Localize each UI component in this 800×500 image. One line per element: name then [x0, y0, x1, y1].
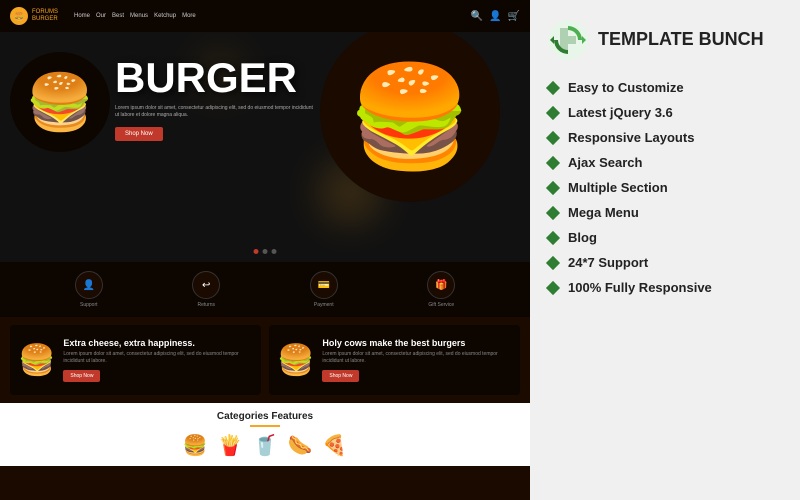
- feature-7: Blog: [548, 230, 782, 245]
- dot-2[interactable]: [263, 249, 268, 254]
- card-1-desc: Lorem ipsum dolor sit amet, consectetur …: [63, 351, 253, 364]
- product-card-1: 🍔 Extra cheese, extra happiness. Lorem i…: [10, 325, 261, 395]
- card-1-image: 🍔: [18, 343, 55, 378]
- icon-bar: 👤 Support ↩ Returns 💳 Payment 🎁 Gift Ser…: [0, 262, 530, 317]
- feature-text-1: Easy to Customize: [568, 80, 684, 95]
- icon-support: 👤 Support: [75, 271, 103, 308]
- diamond-icon-5: [546, 180, 560, 194]
- categories-section: Categories Features 🍔 🍟 🥤 🌭 🍕: [0, 403, 530, 466]
- search-icon[interactable]: 🔍: [471, 11, 483, 22]
- brand-header: TEMPLATE BUNCH: [548, 20, 782, 60]
- card-1-content: Extra cheese, extra happiness. Lorem ips…: [63, 338, 253, 383]
- feature-8: 24*7 Support: [548, 255, 782, 270]
- card-2-cta[interactable]: Shop Now: [322, 370, 359, 382]
- product-cards: 🍔 Extra cheese, extra happiness. Lorem i…: [0, 317, 530, 403]
- support-label: Support: [80, 302, 98, 308]
- hero-title: BURGER: [115, 57, 315, 99]
- logo-icon: 🍔: [10, 7, 28, 25]
- icon-payment: 💳 Payment: [310, 271, 338, 308]
- feature-text-7: Blog: [568, 230, 597, 245]
- feature-6: Mega Menu: [548, 205, 782, 220]
- nav-menus[interactable]: Menus: [130, 13, 148, 19]
- diamond-icon-2: [546, 105, 560, 119]
- icon-returns: ↩ Returns: [192, 271, 220, 308]
- hero-content: BURGER Lorem ipsum dolor sit amet, conse…: [115, 57, 315, 141]
- feature-3: Responsive Layouts: [548, 130, 782, 145]
- brand-logo-icon: [548, 20, 588, 60]
- features-list: Easy to Customize Latest jQuery 3.6 Resp…: [548, 80, 782, 295]
- nav-our[interactable]: Our: [96, 13, 106, 19]
- hero-cta-button[interactable]: Shop Now: [115, 127, 163, 141]
- gift-icon: 🎁: [427, 271, 455, 299]
- card-2-content: Holy cows make the best burgers Lorem ip…: [322, 338, 512, 383]
- small-burger-image: 🍔: [26, 70, 94, 135]
- product-card-2: 🍔 Holy cows make the best burgers Lorem …: [269, 325, 520, 395]
- nav-ketchup[interactable]: Ketchup: [154, 13, 176, 19]
- payment-label: Payment: [314, 302, 334, 308]
- card-1-title: Extra cheese, extra happiness.: [63, 338, 253, 349]
- brand-name: TEMPLATE BUNCH: [598, 30, 764, 50]
- navbar: 🍔 FORUMS BURGER Home Our Best Menus Ketc…: [0, 0, 530, 32]
- feature-9: 100% Fully Responsive: [548, 280, 782, 295]
- returns-label: Returns: [197, 302, 215, 308]
- navbar-logo: 🍔 FORUMS BURGER: [10, 7, 58, 25]
- returns-icon: ↩: [192, 271, 220, 299]
- category-items: 🍔 🍟 🥤 🌭 🍕: [10, 433, 520, 458]
- feature-text-5: Multiple Section: [568, 180, 668, 195]
- feature-5: Multiple Section: [548, 180, 782, 195]
- icon-gift: 🎁 Gift Service: [427, 271, 455, 308]
- diamond-icon-7: [546, 230, 560, 244]
- categories-underline: [250, 425, 280, 427]
- feature-text-3: Responsive Layouts: [568, 130, 694, 145]
- card-2-title: Holy cows make the best burgers: [322, 338, 512, 349]
- diamond-icon-1: [546, 80, 560, 94]
- cart-icon[interactable]: 🛒: [508, 11, 520, 22]
- cat-burger[interactable]: 🍔: [183, 433, 208, 458]
- dot-3[interactable]: [272, 249, 277, 254]
- feature-text-9: 100% Fully Responsive: [568, 280, 712, 295]
- card-2-image: 🍔: [277, 343, 314, 378]
- feature-text-8: 24*7 Support: [568, 255, 648, 270]
- hero-burger-small: 🍔: [10, 52, 110, 152]
- diamond-icon-6: [546, 205, 560, 219]
- large-burger-image: 🍔: [348, 59, 473, 176]
- info-panel: TEMPLATE BUNCH Easy to Customize Latest …: [530, 0, 800, 500]
- support-icon: 👤: [75, 271, 103, 299]
- card-1-cta[interactable]: Shop Now: [63, 370, 100, 382]
- feature-text-6: Mega Menu: [568, 205, 639, 220]
- nav-links: Home Our Best Menus Ketchup More: [74, 13, 196, 19]
- feature-1: Easy to Customize: [548, 80, 782, 95]
- payment-icon: 💳: [310, 271, 338, 299]
- cat-pizza[interactable]: 🍕: [322, 433, 347, 458]
- nav-more[interactable]: More: [182, 13, 196, 19]
- feature-text-4: Ajax Search: [568, 155, 642, 170]
- categories-title: Categories Features: [10, 411, 520, 422]
- gift-label: Gift Service: [428, 302, 454, 308]
- cat-fries[interactable]: 🍟: [218, 433, 243, 458]
- diamond-icon-9: [546, 280, 560, 294]
- hero-burger-large: 🍔: [320, 32, 500, 202]
- hero-section: 🍔 BURGER Lorem ipsum dolor sit amet, con…: [0, 32, 530, 262]
- cat-hotdog[interactable]: 🌭: [287, 433, 312, 458]
- nav-icons: 🔍 👤 🛒: [471, 11, 520, 22]
- cat-drink[interactable]: 🥤: [253, 433, 278, 458]
- diamond-icon-4: [546, 155, 560, 169]
- hero-description: Lorem ipsum dolor sit amet, consectetur …: [115, 105, 315, 119]
- dot-1[interactable]: [254, 249, 259, 254]
- diamond-icon-3: [546, 130, 560, 144]
- diamond-icon-8: [546, 255, 560, 269]
- nav-best[interactable]: Best: [112, 13, 124, 19]
- website-preview: 🍔 FORUMS BURGER Home Our Best Menus Ketc…: [0, 0, 530, 500]
- user-icon[interactable]: 👤: [489, 11, 501, 22]
- feature-4: Ajax Search: [548, 155, 782, 170]
- nav-home[interactable]: Home: [74, 13, 90, 19]
- hero-dots: [254, 249, 277, 254]
- feature-2: Latest jQuery 3.6: [548, 105, 782, 120]
- logo-text: FORUMS BURGER: [32, 9, 58, 22]
- feature-text-2: Latest jQuery 3.6: [568, 105, 673, 120]
- card-2-desc: Lorem ipsum dolor sit amet, consectetur …: [322, 351, 512, 364]
